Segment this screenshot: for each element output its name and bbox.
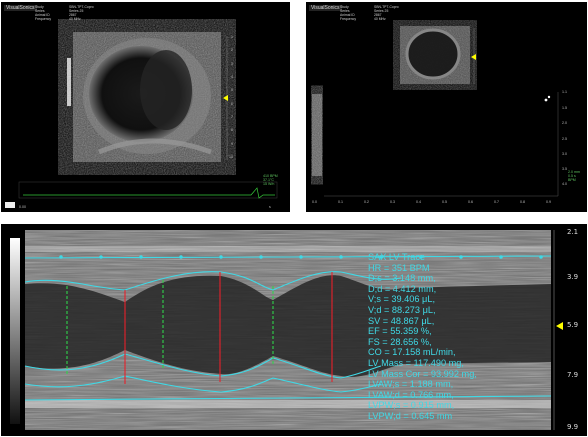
depth-tick: 7.9 — [567, 371, 579, 379]
trace-point[interactable] — [99, 255, 103, 259]
time-tick: 0.7 — [494, 200, 499, 204]
measurement-line: LVAW;d = 0.766 mm, — [368, 389, 454, 400]
trace-point[interactable] — [539, 255, 543, 259]
measurement-line: HR = 351 BPM — [368, 262, 430, 273]
depth-tick: 2.0 — [562, 121, 567, 125]
trace-point[interactable] — [59, 255, 63, 259]
trace-point[interactable] — [259, 255, 263, 259]
time-tick: 0.8 — [520, 200, 525, 204]
b-mode-image-panel: VisualSonics Study SBN-TPT-Copro Series Se… — [1, 2, 290, 212]
time-tick: 0.3 — [390, 200, 395, 204]
measurement-line: LVAW;s = 1.188 mm, — [368, 379, 454, 390]
depth-tick: 3.9 — [567, 273, 579, 281]
measurement-line: D;d = 4.412 mm, — [368, 283, 437, 294]
depth-tick: 4.0 — [562, 182, 567, 186]
depth-tick: 9 — [231, 142, 233, 146]
depth-tick: 6 — [231, 102, 233, 106]
time-tick: s — [269, 205, 271, 209]
cursor-marker-icon[interactable] — [471, 54, 476, 60]
measurement-line: LVPW;s = 0.915 mm, — [368, 400, 455, 411]
m-mode-lv-trace-panel: 2.1 3.9 5.9 7.9 9.9 SAX LV Trace HR = 35… — [1, 224, 587, 436]
trace-point[interactable] — [219, 255, 223, 259]
ecg-trace — [23, 187, 275, 199]
time-tick: 0.6 — [468, 200, 473, 204]
hud-line: BPM — [568, 178, 576, 182]
depth-tick: 4 — [231, 75, 233, 79]
depth-tick: 7 — [231, 115, 233, 119]
scale-box — [5, 202, 15, 208]
depth-cursor-icon[interactable] — [556, 322, 563, 330]
measurement-line: LV Mass Cor = 93.992 mg, — [368, 368, 477, 379]
time-tick: 0.00 — [19, 205, 26, 209]
measurement-line: CO = 17.158 mL/min, — [368, 347, 456, 358]
time-tick: 0.1 — [338, 200, 343, 204]
depth-tick: 3.0 — [562, 152, 567, 156]
gain-bar — [67, 58, 71, 106]
hud-readout: 2.0 mm 0.5 s BPM — [568, 170, 580, 182]
depth-tick: 8 — [231, 128, 233, 132]
measurement-line: D;s = 3.148 mm, — [368, 273, 436, 284]
hud-readout: 410 BPM 37.1°C 15 W/n — [263, 174, 278, 186]
trace-point[interactable] — [499, 255, 503, 259]
measurement-line: SV = 48.867 μL, — [368, 315, 435, 326]
focus-marker-icon[interactable] — [223, 95, 228, 101]
depth-tick: 2.5 — [562, 137, 567, 141]
time-tick: 0.0 — [312, 200, 317, 204]
m-mode-setup-panel: VisualSonics Study SBN-TPT-Copro Series Se… — [306, 2, 587, 212]
time-tick: 0.2 — [364, 200, 369, 204]
measurement-line: V;d = 88.273 μL, — [368, 304, 436, 315]
time-tick: 0.5 — [442, 200, 447, 204]
depth-tick: 10 — [229, 155, 233, 159]
trace-point[interactable] — [139, 255, 143, 259]
depth-tick: 5 — [231, 88, 233, 92]
measurement-line: V;s = 39.406 μL, — [368, 294, 436, 305]
trace-point[interactable] — [339, 255, 343, 259]
depth-tick: 2.1 — [567, 228, 579, 236]
depth-tick: 3.5 — [562, 167, 567, 171]
measurement-line: LV Mass = 117.490 mg, — [368, 357, 464, 368]
trace-point[interactable] — [299, 255, 303, 259]
depth-tick: 5.9 — [567, 321, 579, 329]
grey-scale-bar — [10, 238, 20, 424]
depth-tick: 1 — [231, 35, 233, 39]
measurement-title: SAX LV Trace — [368, 252, 426, 262]
depth-tick: 1.1 — [562, 90, 567, 94]
measurement-line: LVPW;d = 0.645 mm — [368, 410, 453, 421]
measurement-line: FS = 28.656 %, — [368, 336, 432, 347]
depth-tick: 1.5 — [562, 106, 567, 110]
b-mode-ultrasound-image — [5, 32, 278, 208]
depth-tick: 9.9 — [567, 423, 579, 431]
measurement-line: EF = 55.359 %, — [368, 326, 432, 337]
depth-tick: 2 — [231, 48, 233, 52]
time-tick: 0.9 — [546, 200, 551, 204]
depth-tick: 3 — [231, 62, 233, 66]
measurement-results: SAX LV Trace HR = 351 BPM D;s = 3.148 mm… — [368, 252, 477, 422]
zoom-handle-icon[interactable] — [544, 98, 548, 102]
time-tick: 0.4 — [416, 200, 421, 204]
hud-line: 15 W/n — [263, 182, 275, 186]
thumbnail-b-mode-image — [312, 26, 559, 197]
m-mode-image — [10, 230, 555, 430]
trace-point[interactable] — [179, 255, 183, 259]
